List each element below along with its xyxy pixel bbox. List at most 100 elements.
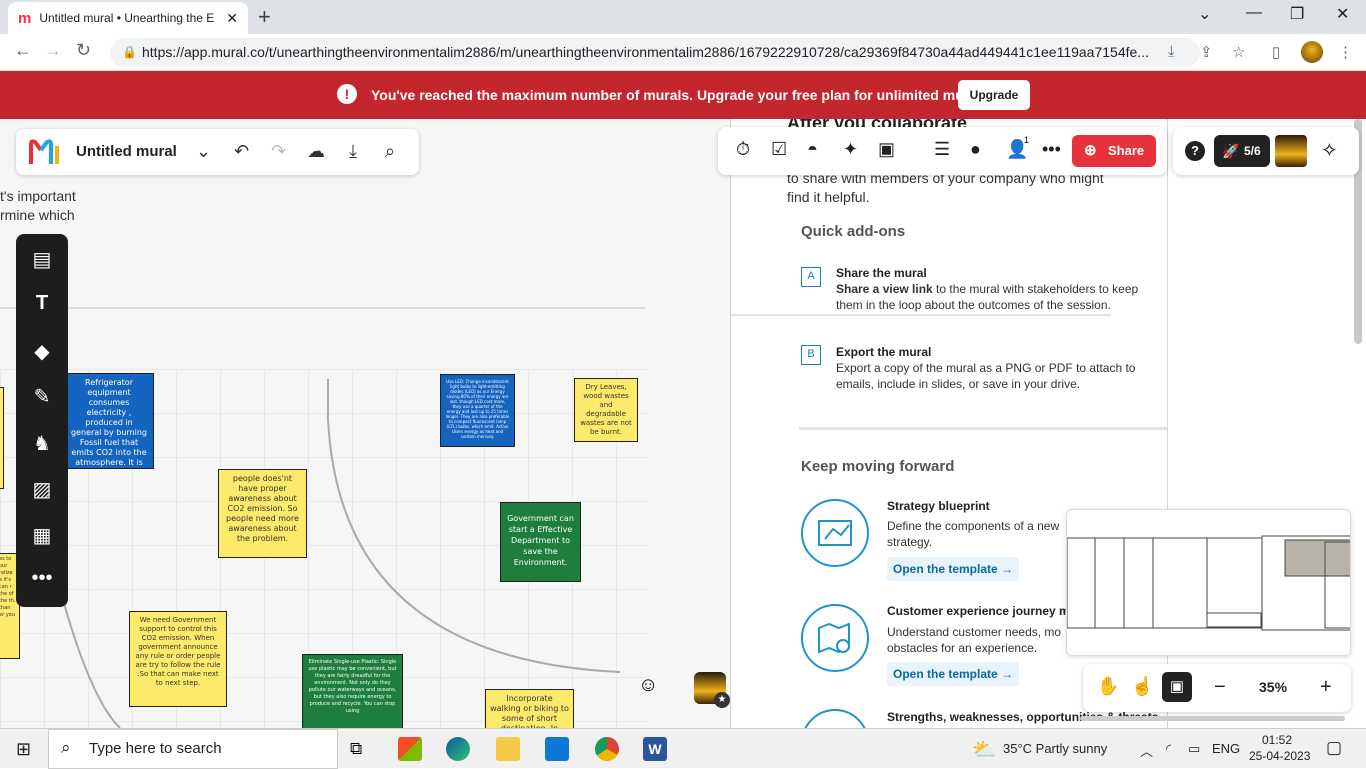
taskbar-search[interactable]: ⌕ Type here to search bbox=[48, 729, 338, 769]
windows-taskbar: ⊞ ⌕ Type here to search ⧉ W ⛅ 35°C Partl… bbox=[0, 728, 1366, 769]
shapes-connectors-icon[interactable]: ◆ bbox=[16, 339, 68, 364]
timer-icon[interactable]: ⏱ bbox=[736, 139, 750, 160]
store-icon[interactable] bbox=[398, 737, 422, 761]
word-icon[interactable]: W bbox=[643, 737, 667, 761]
text-icon[interactable]: T bbox=[16, 292, 68, 315]
comments-icon[interactable]: ● bbox=[970, 139, 981, 160]
bookmark-star-icon[interactable]: ☆ bbox=[1232, 43, 1245, 61]
install-icon[interactable]: ⤓ bbox=[1168, 43, 1175, 60]
zoom-level[interactable]: 35% bbox=[1259, 679, 1287, 695]
close-window-icon[interactable]: ✕ bbox=[1336, 4, 1349, 24]
clock-time[interactable]: 01:52 bbox=[1262, 733, 1292, 747]
open-template-link[interactable]: Open the template → bbox=[887, 557, 1020, 581]
share-button[interactable]: ⊕ Share bbox=[1072, 135, 1156, 167]
more-options-icon[interactable]: ••• bbox=[1042, 139, 1061, 160]
chrome-menu-icon[interactable]: ⋮ bbox=[1338, 43, 1353, 61]
chevron-down-icon[interactable]: ⌄ bbox=[196, 141, 211, 162]
addon-b-text: Export a copy of the mural as a PNG or P… bbox=[836, 361, 1136, 391]
divider-line bbox=[731, 314, 1111, 316]
taskbar-search-placeholder: Type here to search bbox=[89, 740, 222, 757]
sticky-note[interactable]: Government can start a Effective Departm… bbox=[500, 502, 581, 582]
progress-text: 5/6 bbox=[1244, 144, 1261, 158]
edge-icon[interactable] bbox=[446, 737, 470, 761]
chrome-icon[interactable] bbox=[595, 737, 619, 761]
touch-select-icon[interactable]: ☝ bbox=[1131, 676, 1153, 697]
customer-journey-template-icon bbox=[801, 604, 869, 672]
tool-palette: ▤ T ◆ ✎ ♞ ▨ ▦ ••• bbox=[16, 234, 68, 607]
user-avatar[interactable] bbox=[1275, 135, 1307, 167]
horizontal-scrollbar[interactable] bbox=[1080, 716, 1345, 721]
search-icon[interactable]: ⌕ bbox=[385, 141, 395, 162]
profile-avatar[interactable] bbox=[1301, 41, 1323, 63]
addon-share: Share the mural Share a view link to the… bbox=[836, 265, 1166, 313]
banner-message: You've reached the maximum number of mur… bbox=[371, 87, 993, 103]
share-view-link[interactable]: Share a view link bbox=[836, 282, 933, 296]
export-icon[interactable]: ⤓ bbox=[349, 141, 357, 162]
addon-export: Export the mural Export a copy of the mu… bbox=[836, 344, 1166, 392]
ai-sparkle-icon[interactable]: ✧ bbox=[1321, 138, 1338, 163]
icons-library-icon[interactable]: ♞ bbox=[16, 431, 68, 456]
outline-icon[interactable]: ☰ bbox=[934, 139, 950, 160]
browser-tab[interactable]: m Untitled mural • Unearthing the E ✕ bbox=[8, 2, 248, 34]
open-template-link[interactable]: Open the template → bbox=[887, 662, 1020, 686]
input-language[interactable]: ENG bbox=[1212, 741, 1240, 756]
weather-text[interactable]: 35°C Partly sunny bbox=[1003, 741, 1107, 756]
windows-start-icon[interactable]: ⊞ bbox=[16, 739, 31, 760]
close-tab-icon[interactable]: ✕ bbox=[226, 10, 238, 27]
sticky-note[interactable]: Eliminate Single-use Plastic: Single use… bbox=[302, 654, 403, 728]
zoom-in-icon[interactable]: + bbox=[1320, 676, 1332, 699]
mail-icon[interactable] bbox=[545, 737, 569, 761]
tab-title: Untitled mural • Unearthing the E bbox=[39, 11, 215, 25]
battery-icon[interactable]: ▭ bbox=[1188, 741, 1200, 757]
mural-logo-icon[interactable] bbox=[28, 138, 62, 166]
address-bar-row: ← → ↻ 🔒 https://app.mural.co/t/unearthin… bbox=[0, 34, 1366, 71]
onboarding-progress[interactable]: 🚀 5/6 bbox=[1214, 135, 1270, 167]
share-page-icon[interactable]: ⇪ bbox=[1200, 43, 1213, 61]
sticky-note-icon[interactable]: ▤ bbox=[16, 247, 68, 272]
zoom-out-icon[interactable]: − bbox=[1214, 676, 1226, 699]
sticky-note[interactable]: Dry Leaves, wood wastes and degradable w… bbox=[574, 378, 638, 442]
laser-pointer-icon[interactable]: ✦ bbox=[843, 139, 858, 160]
sticky-note[interactable]: Refrigerator equipment consumes electric… bbox=[64, 373, 154, 469]
notification-icon[interactable]: ▢ bbox=[1326, 738, 1342, 758]
reactions-emoji-icon[interactable]: ☺ bbox=[638, 674, 658, 697]
sticky-note-partial[interactable] bbox=[0, 387, 4, 489]
image-icon[interactable]: ▨ bbox=[16, 477, 68, 502]
help-icon[interactable]: ? bbox=[1185, 141, 1205, 161]
minimize-icon[interactable]: — bbox=[1246, 4, 1262, 22]
sticky-note[interactable]: Use LED: Change incandescent light bulbs… bbox=[440, 374, 515, 447]
restore-icon[interactable]: ❐ bbox=[1290, 4, 1304, 24]
zoom-controls: ✋ ☝ ▣ − 35% + bbox=[1083, 664, 1351, 712]
more-tools-icon[interactable]: ••• bbox=[16, 567, 68, 590]
reload-icon[interactable]: ↻ bbox=[76, 40, 91, 61]
hand-pan-icon[interactable]: ✋ bbox=[1097, 676, 1119, 697]
file-explorer-icon[interactable] bbox=[496, 737, 520, 761]
private-mode-icon[interactable]: ◓ bbox=[807, 139, 818, 160]
templates-icon[interactable]: ▦ bbox=[16, 523, 68, 548]
mural-canvas[interactable]: t's important rmine which Refrigerator e… bbox=[0, 119, 730, 728]
cloud-saved-icon: ☁ bbox=[307, 141, 325, 161]
minimap-toggle-icon[interactable]: ▣ bbox=[1162, 672, 1192, 702]
minimap[interactable] bbox=[1066, 509, 1351, 656]
forward-icon[interactable]: → bbox=[44, 40, 62, 61]
sticky-note[interactable]: Incorporate walking or biking to some of… bbox=[485, 689, 574, 728]
tab-search-icon[interactable]: ⌄ bbox=[1198, 4, 1211, 24]
voting-icon[interactable]: ☑ bbox=[771, 139, 787, 160]
facilitator-icon[interactable]: ▣ bbox=[878, 139, 895, 160]
url-field[interactable]: 🔒 https://app.mural.co/t/unearthingtheen… bbox=[110, 38, 1200, 67]
side-panel-icon[interactable]: ▯ bbox=[1272, 43, 1280, 61]
undo-icon[interactable]: ↶ bbox=[234, 141, 249, 162]
sticky-note[interactable]: people does'nt have proper awareness abo… bbox=[218, 469, 307, 558]
redo-icon[interactable]: ↷ bbox=[271, 141, 286, 162]
network-icon[interactable]: ◜ bbox=[1166, 741, 1171, 757]
clock-date[interactable]: 25-04-2023 bbox=[1249, 749, 1310, 763]
pen-icon[interactable]: ✎ bbox=[16, 384, 68, 409]
back-icon[interactable]: ← bbox=[14, 40, 32, 61]
collaborator-count: 1 bbox=[1024, 135, 1030, 145]
new-tab-icon[interactable]: + bbox=[258, 4, 271, 30]
sticky-note[interactable]: We need Government support to control th… bbox=[129, 611, 227, 707]
mural-title[interactable]: Untitled mural bbox=[76, 143, 177, 160]
show-hidden-icon[interactable]: ︿ bbox=[1140, 741, 1153, 760]
upgrade-button[interactable]: Upgrade bbox=[958, 80, 1030, 110]
task-view-icon[interactable]: ⧉ bbox=[350, 739, 362, 759]
